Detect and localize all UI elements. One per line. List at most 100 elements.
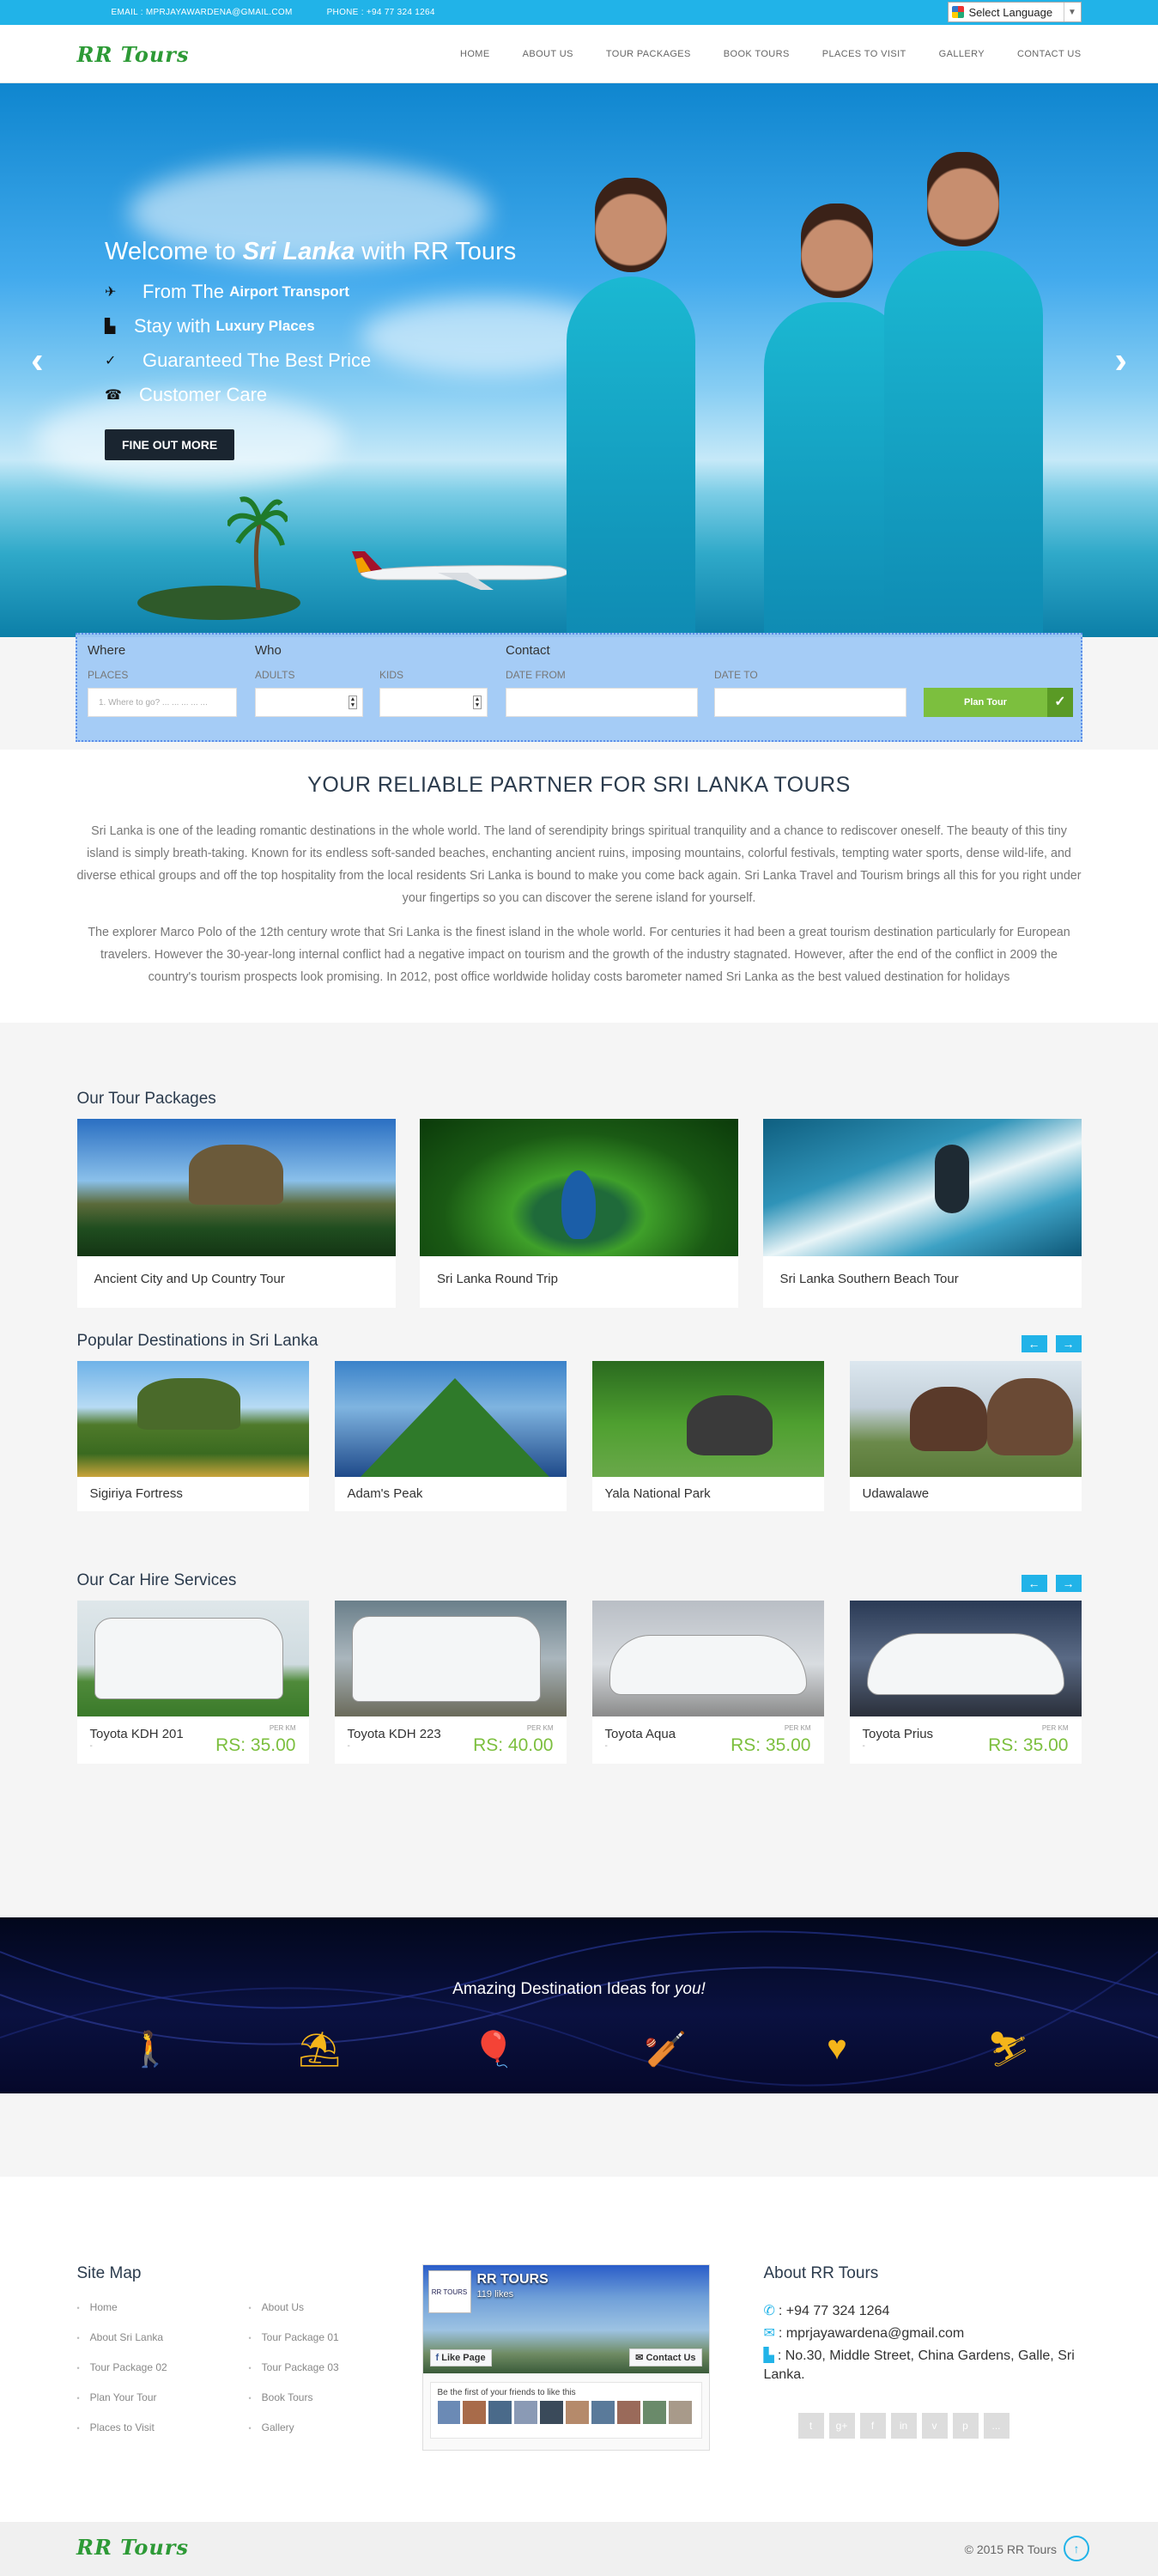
per-km-label: PER KM xyxy=(526,1724,554,1732)
arrow-left-icon[interactable]: ← xyxy=(1021,1575,1047,1592)
beach-icon[interactable]: ⛱ xyxy=(294,2029,345,2069)
slider-prev-arrow-icon[interactable]: ‹ xyxy=(31,339,44,382)
destination-card[interactable]: Sigiriya Fortress xyxy=(76,1361,309,1511)
sitemap-link[interactable]: Plan Your Tour xyxy=(77,2391,157,2403)
hero-line-airport: ✈ From The Airport Transport xyxy=(105,281,349,302)
find-out-more-button[interactable]: FINE OUT MORE xyxy=(105,429,235,460)
avatar[interactable] xyxy=(668,2401,692,2424)
car-image-aqua xyxy=(591,1601,824,1716)
balloons-icon[interactable]: 🎈 xyxy=(468,2029,519,2069)
twitter-icon[interactable]: t xyxy=(797,2413,824,2439)
package-title: Sri Lanka Round Trip xyxy=(437,1272,558,1286)
hiking-icon[interactable]: 🚶 xyxy=(124,2029,176,2069)
contact-email[interactable]: ✉: mprjayawardena@gmail.com xyxy=(764,2324,1107,2343)
sitemap-link[interactable]: Tour Package 01 xyxy=(249,2331,339,2343)
sitemap-link[interactable]: Tour Package 03 xyxy=(249,2361,339,2373)
destination-image-udawalawe xyxy=(849,1361,1082,1477)
sitemap-link[interactable]: Book Tours xyxy=(249,2391,313,2403)
nav-about-us[interactable]: ABOUT US xyxy=(523,49,573,59)
package-card[interactable]: Sri Lanka Round Trip xyxy=(420,1119,738,1308)
avatar[interactable] xyxy=(488,2401,512,2424)
google-plus-icon[interactable]: g+ xyxy=(828,2413,855,2439)
adults-stepper[interactable]: ▲ ▼ xyxy=(255,688,363,717)
destination-title: Udawalawe xyxy=(862,1486,930,1501)
footer-logo[interactable]: RR Tours xyxy=(76,2535,189,2560)
avatar[interactable] xyxy=(591,2401,615,2424)
sitemap-title: Site Map xyxy=(76,2264,142,2282)
arrow-right-icon[interactable]: → xyxy=(1055,1575,1082,1592)
stepper-arrows-icon[interactable]: ▲ ▼ xyxy=(349,696,357,709)
per-km-label: PER KM xyxy=(1041,1724,1069,1732)
destination-card[interactable]: Yala National Park xyxy=(591,1361,824,1511)
slider-next-arrow-icon[interactable]: › xyxy=(1114,339,1127,382)
adventure-icon[interactable]: ⛷ xyxy=(983,2029,1034,2069)
destination-card[interactable]: Udawalawe xyxy=(849,1361,1082,1511)
avatar[interactable] xyxy=(616,2401,640,2424)
avatar[interactable] xyxy=(437,2401,461,2424)
avatar[interactable] xyxy=(566,2401,589,2424)
sports-icon[interactable]: 🏏 xyxy=(640,2029,691,2069)
car-card[interactable]: Toyota Aqua - PER KM RS: 35.00 xyxy=(591,1601,824,1764)
per-km-label: PER KM xyxy=(269,1724,296,1732)
facebook-page-widget[interactable]: RR TOURS RR TOURS 119 likes f Like Page … xyxy=(421,2264,710,2451)
tour-packages-title: Our Tour Packages xyxy=(76,1090,216,1108)
arrow-right-icon[interactable]: → xyxy=(1055,1335,1082,1352)
destination-card[interactable]: Adam's Peak xyxy=(334,1361,567,1511)
car-caption: Toyota Aqua - PER KM RS: 35.00 xyxy=(592,1716,824,1764)
language-select[interactable]: Select Language ▼ xyxy=(947,2,1082,22)
car-caption: Toyota Prius - PER KM RS: 35.00 xyxy=(850,1716,1082,1764)
avatar[interactable] xyxy=(642,2401,666,2424)
avatar[interactable] xyxy=(514,2401,538,2424)
avatar[interactable] xyxy=(540,2401,564,2424)
avatar[interactable] xyxy=(463,2401,487,2424)
date-to-input[interactable] xyxy=(714,688,906,717)
sitemap-link[interactable]: Tour Package 02 xyxy=(77,2361,167,2373)
nav-home[interactable]: HOME xyxy=(460,49,490,59)
phone-icon: ✆ xyxy=(763,2304,775,2318)
car-price: RS: 35.00 xyxy=(988,1735,1069,1755)
places-select[interactable]: 1. Where to go? ... ... ... ... ... xyxy=(88,688,237,717)
car-card[interactable]: Toyota Prius - PER KM RS: 35.00 xyxy=(849,1601,1082,1764)
facebook-contact-label: Contact Us xyxy=(646,2353,696,2363)
footer: Site Map Home About Us About Sri Lanka T… xyxy=(0,2177,1158,2522)
top-bar: EMAIL : MPRJAYAWARDENA@GMAIL.COM PHONE :… xyxy=(0,0,1158,25)
facebook-page-name[interactable]: RR TOURS xyxy=(477,2272,549,2287)
romance-icon[interactable]: ♥ xyxy=(811,2029,863,2068)
sitemap-link[interactable]: About Sri Lanka xyxy=(77,2331,163,2343)
facebook-icon[interactable]: f xyxy=(859,2413,886,2439)
building-icon: ▙ xyxy=(763,2348,774,2363)
sitemap-link[interactable]: About Us xyxy=(249,2301,304,2313)
date-from-input[interactable] xyxy=(506,688,698,717)
nav-contact-us[interactable]: CONTACT US xyxy=(1017,49,1082,59)
flickr-icon[interactable]: ... xyxy=(983,2413,1009,2439)
scroll-to-top-button[interactable]: ↑ xyxy=(1064,2536,1089,2561)
linkedin-icon[interactable]: in xyxy=(890,2413,917,2439)
car-hire-title: Our Car Hire Services xyxy=(76,1571,237,1589)
facebook-contact-button[interactable]: ✉ Contact Us xyxy=(629,2348,702,2366)
kids-stepper[interactable]: ▲ ▼ xyxy=(379,688,488,717)
plan-tour-form: Where Who Contact PLACES ADULTS KIDS DAT… xyxy=(76,633,1082,742)
package-image-surfer xyxy=(762,1119,1082,1256)
nav-places-to-visit[interactable]: PLACES TO VISIT xyxy=(822,49,906,59)
nav-tour-packages[interactable]: TOUR PACKAGES xyxy=(606,49,691,59)
google-flag-icon xyxy=(951,6,964,18)
facebook-like-button[interactable]: f Like Page xyxy=(429,2349,492,2366)
plan-tour-button[interactable]: Plan Tour ✓ xyxy=(924,688,1073,717)
site-logo[interactable]: RR Tours xyxy=(77,42,190,67)
sitemap-link[interactable]: Home xyxy=(77,2301,118,2313)
pinterest-icon[interactable]: p xyxy=(952,2413,979,2439)
nav-gallery[interactable]: GALLERY xyxy=(939,49,985,59)
package-card[interactable]: Ancient City and Up Country Tour xyxy=(76,1119,396,1308)
car-card[interactable]: Toyota KDH 201 - PER KM RS: 35.00 xyxy=(76,1601,309,1764)
nav-book-tours[interactable]: BOOK TOURS xyxy=(724,49,790,59)
stepper-arrows-icon[interactable]: ▲ ▼ xyxy=(473,696,482,709)
package-card[interactable]: Sri Lanka Southern Beach Tour xyxy=(762,1119,1082,1308)
destination-title: Adam's Peak xyxy=(347,1486,423,1501)
social-links: t g+ f in v p ... xyxy=(797,2413,1015,2439)
sitemap-link[interactable]: Places to Visit xyxy=(77,2421,155,2433)
vimeo-icon[interactable]: v xyxy=(921,2413,948,2439)
sitemap-link[interactable]: Gallery xyxy=(249,2421,294,2433)
car-card[interactable]: Toyota KDH 223 - PER KM RS: 40.00 xyxy=(334,1601,567,1764)
arrow-left-icon[interactable]: ← xyxy=(1021,1335,1047,1352)
destinations-carousel-nav: ← → xyxy=(1013,1335,1082,1352)
